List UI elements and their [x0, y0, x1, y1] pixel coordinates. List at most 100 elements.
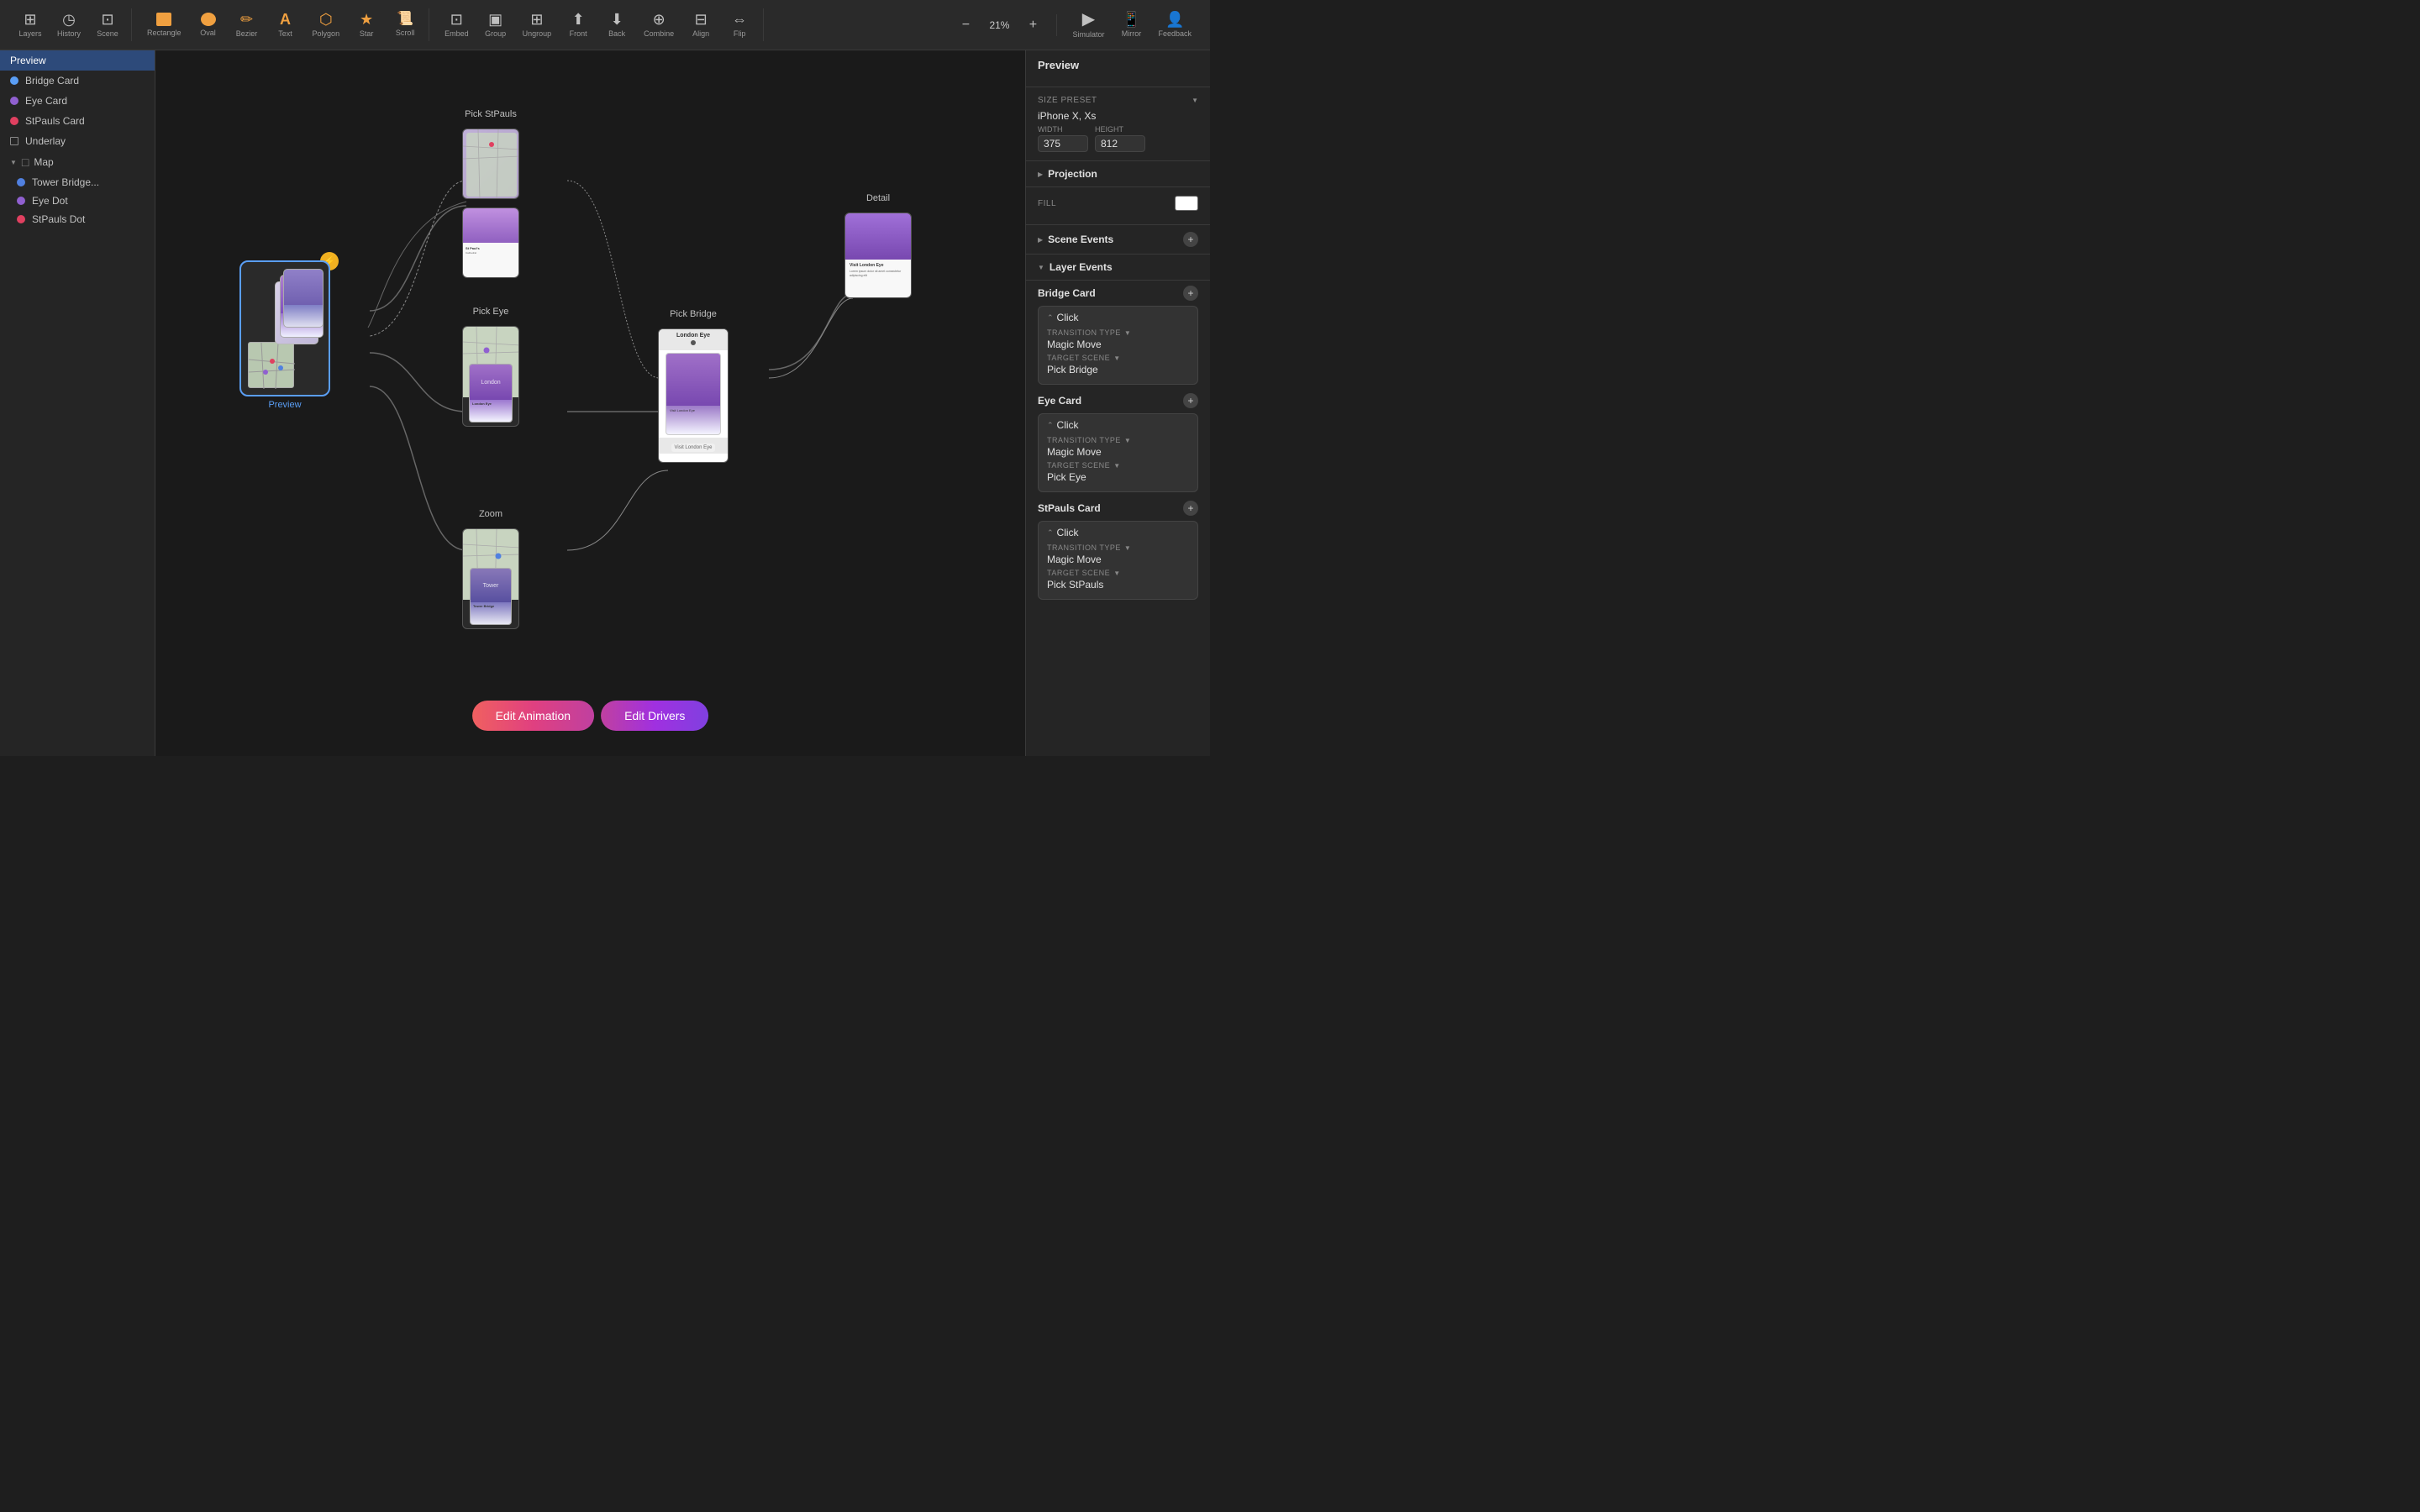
star-tool[interactable]: ★ Star [348, 8, 385, 41]
zoom-card: London Eye Visit London Eye Visit London… [658, 328, 729, 463]
main-content: Preview Bridge Card Eye Card StPauls Car… [0, 50, 1210, 756]
pick-eye-node[interactable]: Pick Eye London [462, 307, 519, 427]
bridge-card-item[interactable]: Bridge Card [0, 71, 155, 91]
tower-bridge-label: Tower Bridge... [32, 176, 99, 188]
stpauls-target-scene-value: Pick StPauls [1047, 579, 1189, 591]
stpauls-card-item[interactable]: StPauls Card [0, 111, 155, 131]
pick-bridge-node[interactable]: Zoom Tower [462, 509, 519, 629]
align-tool[interactable]: ⊟ Align [682, 8, 719, 41]
text-tool[interactable]: A Text [267, 8, 304, 41]
pick-eye-card: London London Eye [462, 326, 519, 427]
front-icon: ⬆ [572, 12, 585, 27]
zoom-node[interactable]: Pick Bridge London Eye Visit London Eye … [658, 309, 729, 463]
detail-label: Detail [866, 193, 890, 203]
map-section[interactable]: ▼ □ Map [0, 151, 155, 173]
star-icon: ★ [360, 12, 373, 27]
detail-node[interactable]: Detail Visit London Eye Lorem ipsum dolo… [844, 193, 912, 298]
polygon-tool[interactable]: ⬡ Polygon [306, 8, 347, 41]
bridge-target-scene-value: Pick Bridge [1047, 364, 1189, 375]
zoom-out-button[interactable]: − [947, 14, 984, 36]
zoom-group: − 21% + [942, 14, 1057, 36]
zoom-out-icon: − [962, 18, 970, 33]
pick-bridge-label: Zoom [479, 509, 502, 519]
size-preset-value: iPhone X, Xs [1038, 110, 1198, 122]
scroll-tool[interactable]: 📜 Scroll [387, 9, 424, 40]
tower-bridge-item[interactable]: Tower Bridge... [0, 173, 155, 192]
projection-section[interactable]: ▶ Projection [1026, 161, 1210, 187]
bridge-card-dot [10, 76, 18, 85]
size-preset-section: SIZE PRESET ▼ iPhone X, Xs WIDTH 375 HEI… [1026, 87, 1210, 161]
fill-row: Fill [1038, 196, 1198, 211]
fill-color-box[interactable] [1175, 196, 1198, 211]
eye-card-trigger: ⌃ Click [1047, 419, 1189, 431]
scene-icon: ⊡ [101, 12, 113, 27]
zoom-in-button[interactable]: + [1014, 14, 1051, 36]
layers-tool[interactable]: ⊞ Layers [12, 8, 49, 41]
bridge-target-scene-label: TARGET SCENE ▼ [1047, 354, 1189, 362]
preview-main-card [239, 260, 330, 396]
scene-events-add-btn[interactable]: + [1183, 232, 1198, 247]
bridge-card-add-event-btn[interactable]: + [1183, 286, 1198, 301]
layers-icon: ⊞ [24, 12, 36, 27]
bridge-trigger-label: Click [1057, 312, 1079, 323]
feedback-button[interactable]: 👤 Feedback [1151, 8, 1198, 41]
stpauls-card-trigger: ⌃ Click [1047, 527, 1189, 538]
stpauls-card-event-item: StPauls Card + ⌃ Click TRANSITION TYPE ▼… [1038, 501, 1198, 600]
preview-title-section: Preview [1026, 50, 1210, 87]
pick-stpauls-node[interactable]: Pick StPauls St Paul's [462, 109, 519, 278]
oval-tool[interactable]: Oval [190, 9, 227, 40]
edit-animation-button[interactable]: Edit Animation [472, 701, 595, 731]
bridge-card-event-item: Bridge Card + ⌃ Click TRANSITION TYPE ▼ … [1038, 286, 1198, 385]
eye-card-label: Eye Card [25, 95, 67, 107]
preview-item[interactable]: Preview [0, 50, 155, 71]
stpauls-card-add-event-btn[interactable]: + [1183, 501, 1198, 516]
zoom-in-icon: + [1029, 18, 1037, 33]
simulator-button[interactable]: ▶ Simulator [1065, 8, 1111, 42]
pick-eye-label: Pick Eye [473, 307, 509, 317]
detail-card: Visit London Eye Lorem ipsum dolor sit a… [844, 213, 912, 298]
flip-tool[interactable]: ⇔ Flip [721, 8, 758, 41]
stpauls-dot-item[interactable]: StPauls Dot [0, 210, 155, 228]
stpauls-card-event-header: StPauls Card + [1038, 501, 1198, 516]
bridge-transition-type-label: TRANSITION TYPE ▼ [1047, 328, 1189, 337]
height-input-group: HEIGHT 812 [1095, 125, 1145, 152]
panel-tools-group: ⊞ Layers ◷ History ⊡ Scene [7, 8, 132, 41]
eye-card-event-item: Eye Card + ⌃ Click TRANSITION TYPE ▼ Mag… [1038, 393, 1198, 492]
eye-card-item[interactable]: Eye Card [0, 91, 155, 111]
group-tool[interactable]: ▣ Group [477, 8, 514, 41]
back-tool[interactable]: ⬇ Back [598, 8, 635, 41]
stpauls-target-chevron: ▼ [1113, 570, 1120, 577]
right-sidebar: Preview SIZE PRESET ▼ iPhone X, Xs WIDTH… [1025, 50, 1210, 756]
stpauls-target-scene-label: TARGET SCENE ▼ [1047, 569, 1189, 577]
scroll-icon: 📜 [397, 13, 413, 26]
mirror-icon: 📱 [1122, 12, 1140, 27]
preview-node[interactable]: ⚡ [239, 260, 330, 410]
bezier-tool[interactable]: ✏ Bezier [229, 8, 266, 41]
eye-dot-item[interactable]: Eye Dot [0, 192, 155, 210]
edit-drivers-button[interactable]: Edit Drivers [601, 701, 708, 731]
eye-card-dot [10, 97, 18, 105]
width-value: 375 [1038, 135, 1088, 152]
stpauls-dot-dot [17, 215, 25, 223]
scene-events-section[interactable]: ▶ Scene Events + [1026, 225, 1210, 255]
stpauls-card-event-name: StPauls Card [1038, 502, 1101, 514]
preview-cards-stack [275, 269, 324, 344]
group-icon: ▣ [488, 12, 502, 27]
ungroup-tool[interactable]: ⊞ Ungroup [516, 8, 559, 41]
underlay-item[interactable]: Underlay [0, 131, 155, 151]
combine-tool[interactable]: ⊕ Combine [637, 8, 681, 41]
embed-tool[interactable]: ⊡ Embed [438, 8, 476, 41]
rectangle-tool[interactable]: Rectangle [140, 9, 188, 40]
layer-events-section[interactable]: ▼ Layer Events [1026, 255, 1210, 281]
eye-card-add-event-btn[interactable]: + [1183, 393, 1198, 408]
preview-map-layer [248, 342, 294, 388]
mirror-button[interactable]: 📱 Mirror [1113, 8, 1150, 41]
map-folder-icon: □ [22, 155, 29, 169]
front-tool[interactable]: ⬆ Front [560, 8, 597, 41]
history-tool[interactable]: ◷ History [50, 8, 87, 41]
width-input-group: WIDTH 375 [1038, 125, 1088, 152]
device-tools-group: ▶ Simulator 📱 Mirror 👤 Feedback [1060, 8, 1203, 42]
pick-bridge-card: Tower Tower Bridge [462, 528, 519, 629]
stpauls-card-dot [10, 117, 18, 125]
scene-tool[interactable]: ⊡ Scene [89, 8, 126, 41]
